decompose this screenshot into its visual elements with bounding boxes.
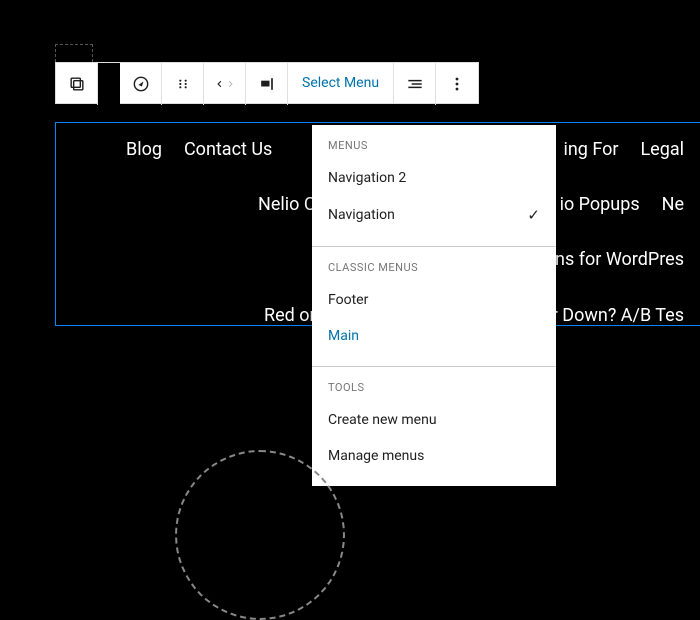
- justify-button[interactable]: [246, 63, 288, 105]
- dropdown-item[interactable]: Create new menu: [312, 402, 556, 438]
- dropdown-item-label: Manage menus: [328, 448, 424, 464]
- nav-item[interactable]: Ne: [662, 192, 684, 217]
- nav-block-icon-button[interactable]: [120, 63, 162, 105]
- dropdown-item[interactable]: Manage menus: [312, 438, 556, 474]
- block-type-button[interactable]: [56, 63, 98, 105]
- dropdown-section-tools: TOOLS Create new menu Manage menus: [312, 367, 556, 486]
- drag-handle[interactable]: [162, 63, 204, 105]
- dropdown-item-label: Navigation 2: [328, 170, 406, 186]
- chevron-left-icon: [214, 77, 225, 91]
- select-menu-label: Select Menu: [302, 75, 379, 91]
- check-icon: ✓: [527, 206, 540, 224]
- dropdown-item-label: Footer: [328, 292, 368, 308]
- nav-item[interactable]: ing For: [563, 137, 618, 162]
- align-icon: [405, 74, 425, 94]
- nav-item[interactable]: r Down? A/B Tes: [552, 303, 684, 328]
- align-button[interactable]: [394, 63, 436, 105]
- move-arrows[interactable]: [204, 63, 246, 105]
- select-menu-dropdown: MENUS Navigation 2 Navigation ✓ CLASSIC …: [312, 125, 556, 486]
- block-placeholder-handle: [55, 44, 93, 62]
- nav-item[interactable]: Blog: [126, 137, 162, 162]
- nav-item[interactable]: Legal: [640, 137, 684, 162]
- copy-icon: [67, 74, 87, 94]
- dropdown-heading: TOOLS: [312, 381, 556, 402]
- dropdown-section-menus: MENUS Navigation 2 Navigation ✓: [312, 125, 556, 247]
- nav-item[interactable]: ns for WordPres: [555, 247, 684, 272]
- dropdown-item[interactable]: Main: [312, 318, 556, 354]
- decorative-dashed-circle: [175, 450, 345, 620]
- dropdown-item[interactable]: Footer: [312, 282, 556, 318]
- dropdown-section-classic: CLASSIC MENUS Footer Main: [312, 247, 556, 367]
- nav-item[interactable]: Contact Us: [184, 137, 272, 162]
- compass-icon: [131, 74, 151, 94]
- toolbar-gap: [98, 63, 120, 105]
- dropdown-item-label: Navigation: [328, 207, 395, 223]
- more-vertical-icon: [447, 74, 467, 94]
- justify-right-icon: [257, 74, 277, 94]
- drag-icon: [175, 76, 191, 92]
- nav-item[interactable]: io Popups: [560, 192, 640, 217]
- block-toolbar: Select Menu: [55, 62, 479, 104]
- dropdown-item-label: Main: [328, 328, 359, 344]
- dropdown-heading: MENUS: [312, 139, 556, 160]
- dropdown-item[interactable]: Navigation 2: [312, 160, 556, 196]
- select-menu-button[interactable]: Select Menu: [288, 63, 394, 103]
- nav-item[interactable]: Nelio C: [258, 192, 316, 217]
- chevron-right-icon: [225, 77, 236, 91]
- dropdown-item-label: Create new menu: [328, 412, 437, 428]
- more-options-button[interactable]: [436, 63, 478, 105]
- nav-item[interactable]: Red or: [264, 303, 316, 328]
- dropdown-heading: CLASSIC MENUS: [312, 261, 556, 282]
- dropdown-item[interactable]: Navigation ✓: [312, 196, 556, 234]
